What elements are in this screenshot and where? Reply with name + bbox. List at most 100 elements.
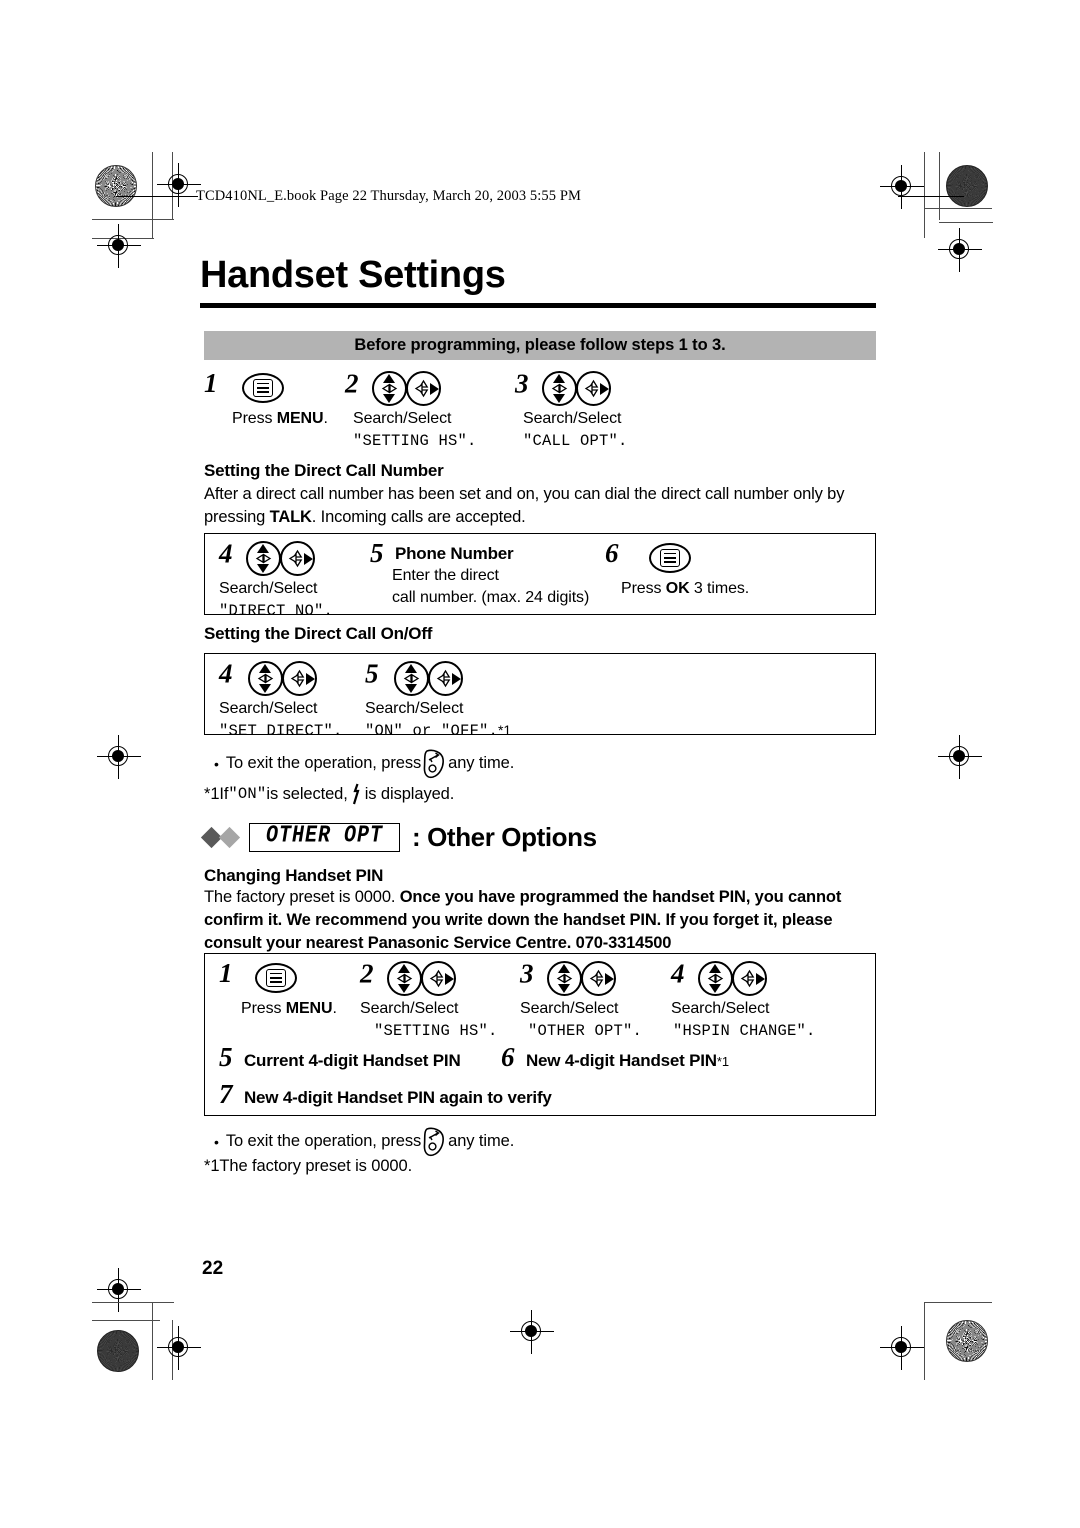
navigator-key-leftright bbox=[279, 540, 316, 577]
bullet-icon: • bbox=[214, 755, 219, 772]
step-4: 4 Search/Select "SET DIRECT". bbox=[219, 658, 342, 740]
navigator-key-leftright bbox=[580, 960, 617, 997]
page-title-rule bbox=[200, 303, 876, 308]
lcd-menu-tag: OTHER OPT bbox=[249, 823, 401, 852]
step-lcd-value: "HSPIN CHANGE". bbox=[673, 1022, 816, 1040]
step-caption: Search/Select bbox=[219, 580, 318, 597]
navigator-key-updown bbox=[386, 960, 423, 997]
step-number: 2 bbox=[345, 368, 359, 399]
exit-note-direct-onoff: • To exit the operation, press any time. bbox=[214, 748, 514, 779]
step-number: 2 bbox=[360, 958, 374, 989]
bullet-icon: • bbox=[214, 1133, 219, 1150]
step-number: 5 bbox=[370, 538, 384, 568]
step-caption-suffix: . bbox=[332, 1000, 337, 1017]
exit-note-after: any time. bbox=[448, 754, 515, 772]
navigator-icon bbox=[386, 960, 457, 997]
registration-crosshair-left bbox=[97, 224, 141, 268]
step-number: 7 bbox=[219, 1079, 233, 1109]
footnote-middle: is selected, bbox=[266, 784, 348, 803]
footnote-changing-handset-pin: *1 The factory preset is 0000. bbox=[204, 1157, 412, 1176]
registration-crosshair-bottom-center bbox=[510, 1310, 554, 1354]
display-indicator-icon bbox=[352, 783, 361, 805]
body-text-key: TALK bbox=[269, 508, 312, 526]
step-caption: Search/Select bbox=[353, 410, 452, 427]
step-caption-suffix: 3 times. bbox=[689, 580, 750, 597]
footnote-marker: *1 bbox=[204, 1157, 220, 1175]
navigator-key-updown bbox=[546, 960, 583, 997]
step-caption-prefix: Press bbox=[241, 1000, 286, 1017]
exit-note-before: To exit the operation, press bbox=[225, 754, 422, 772]
navigator-key-leftright bbox=[405, 370, 442, 407]
section-heading-direct-call-onoff: Setting the Direct Call On/Off bbox=[204, 624, 433, 643]
other-options-title: : Other Options bbox=[412, 822, 597, 852]
navigator-key-leftright bbox=[427, 660, 464, 697]
step-number: 6 bbox=[501, 1042, 515, 1072]
crop-mark-line bbox=[939, 152, 941, 220]
registration-crosshair-mid-right bbox=[938, 735, 982, 779]
step-caption-key: MENU bbox=[276, 410, 324, 427]
step-caption: Press MENU. bbox=[241, 1000, 337, 1018]
navigator-icon bbox=[245, 540, 316, 577]
step-2: 2 Search/Select "SETTING HS". bbox=[360, 958, 497, 1040]
navigator-key-leftright bbox=[575, 370, 612, 407]
crop-mark-line bbox=[92, 1320, 160, 1322]
step-caption: Search/Select bbox=[219, 700, 318, 717]
crop-mark-line bbox=[924, 1302, 992, 1304]
step-6: 6 Press OK 3 times. bbox=[605, 538, 749, 598]
handset-off-icon bbox=[421, 1126, 448, 1157]
section-heading-changing-handset-pin: Changing Handset PIN bbox=[204, 866, 384, 885]
navigator-icon bbox=[697, 960, 768, 997]
body-text-normal: The factory preset is 0000. bbox=[204, 888, 400, 906]
exit-note-changing-handset-pin: • To exit the operation, press any time. bbox=[214, 1126, 514, 1157]
navigator-icon bbox=[393, 660, 464, 697]
navigator-key-updown bbox=[697, 960, 734, 997]
crop-mark-line bbox=[924, 152, 926, 238]
step-number: 6 bbox=[605, 538, 619, 568]
step-4: 4 Search/Select "HSPIN CHANGE". bbox=[671, 958, 815, 1040]
footnote-marker: *1 bbox=[498, 722, 512, 738]
step-caption: Search/Select bbox=[520, 1000, 619, 1017]
registration-crosshair-right bbox=[938, 228, 982, 272]
step-lcd-value: "ON" or "OFF". bbox=[365, 722, 499, 740]
step-number: 4 bbox=[671, 958, 685, 989]
crop-mark-line bbox=[939, 222, 993, 224]
crop-mark-line bbox=[92, 219, 174, 221]
footnote-marker: *1 bbox=[204, 784, 220, 803]
crop-mark-line bbox=[924, 208, 992, 210]
registration-burst-top-left bbox=[95, 165, 137, 207]
navigator-icon bbox=[371, 370, 442, 407]
step-caption: Press MENU. bbox=[232, 410, 328, 428]
instruction-banner-text: Before programming, please follow steps … bbox=[354, 336, 726, 354]
navigator-key-leftright bbox=[281, 660, 318, 697]
footnote-before: If bbox=[219, 784, 229, 803]
crop-mark-line bbox=[92, 1302, 174, 1304]
file-stamp-rule-left bbox=[116, 196, 198, 198]
navigator-icon bbox=[541, 370, 612, 407]
step-caption: Search/Select bbox=[671, 1000, 770, 1017]
step-caption: Press OK 3 times. bbox=[621, 580, 749, 598]
registration-burst-bottom-right bbox=[946, 1320, 988, 1362]
step-label: New 4-digit Handset PIN bbox=[525, 1051, 717, 1070]
step-lcd-value: "SETTING HS". bbox=[353, 432, 477, 450]
step-6: 6 New 4-digit Handset PIN*1 bbox=[501, 1044, 729, 1071]
step-3: 3 Search/Select "CALL OPT". bbox=[515, 370, 627, 450]
step-lcd-value: "DIRECT NO". bbox=[219, 602, 334, 620]
step-number: 5 bbox=[219, 1042, 233, 1072]
step-7: 7 New 4-digit Handset PIN again to verif… bbox=[219, 1081, 552, 1108]
step-2: 2 Search/Select "SETTING HS". bbox=[345, 368, 476, 450]
section-body-changing-handset-pin: The factory preset is 0000. Once you hav… bbox=[204, 886, 882, 955]
exit-note-before: To exit the operation, press bbox=[225, 1132, 422, 1150]
page-number: 22 bbox=[202, 1258, 224, 1279]
crop-mark-line bbox=[924, 1302, 926, 1380]
registration-crosshair-bottom bbox=[157, 1326, 201, 1370]
footnote-lcd-value: "ON" bbox=[228, 785, 267, 803]
section-heading-direct-call-number: Setting the Direct Call Number bbox=[204, 461, 444, 480]
step-number: 4 bbox=[219, 658, 233, 689]
handset-off-icon bbox=[421, 748, 448, 779]
step-number: 5 bbox=[365, 658, 379, 689]
steps-box-direct-call-onoff: 4 Search/Select "SET DIRECT". 5 Search/S… bbox=[204, 653, 876, 740]
crop-mark-line bbox=[152, 1302, 154, 1380]
steps-box-direct-call-number: 4 Search/Select "DIRECT NO". 5 Phone Num… bbox=[204, 533, 876, 620]
footnote-text: The factory preset is 0000. bbox=[219, 1157, 413, 1175]
footnote-after: is displayed. bbox=[364, 784, 455, 803]
